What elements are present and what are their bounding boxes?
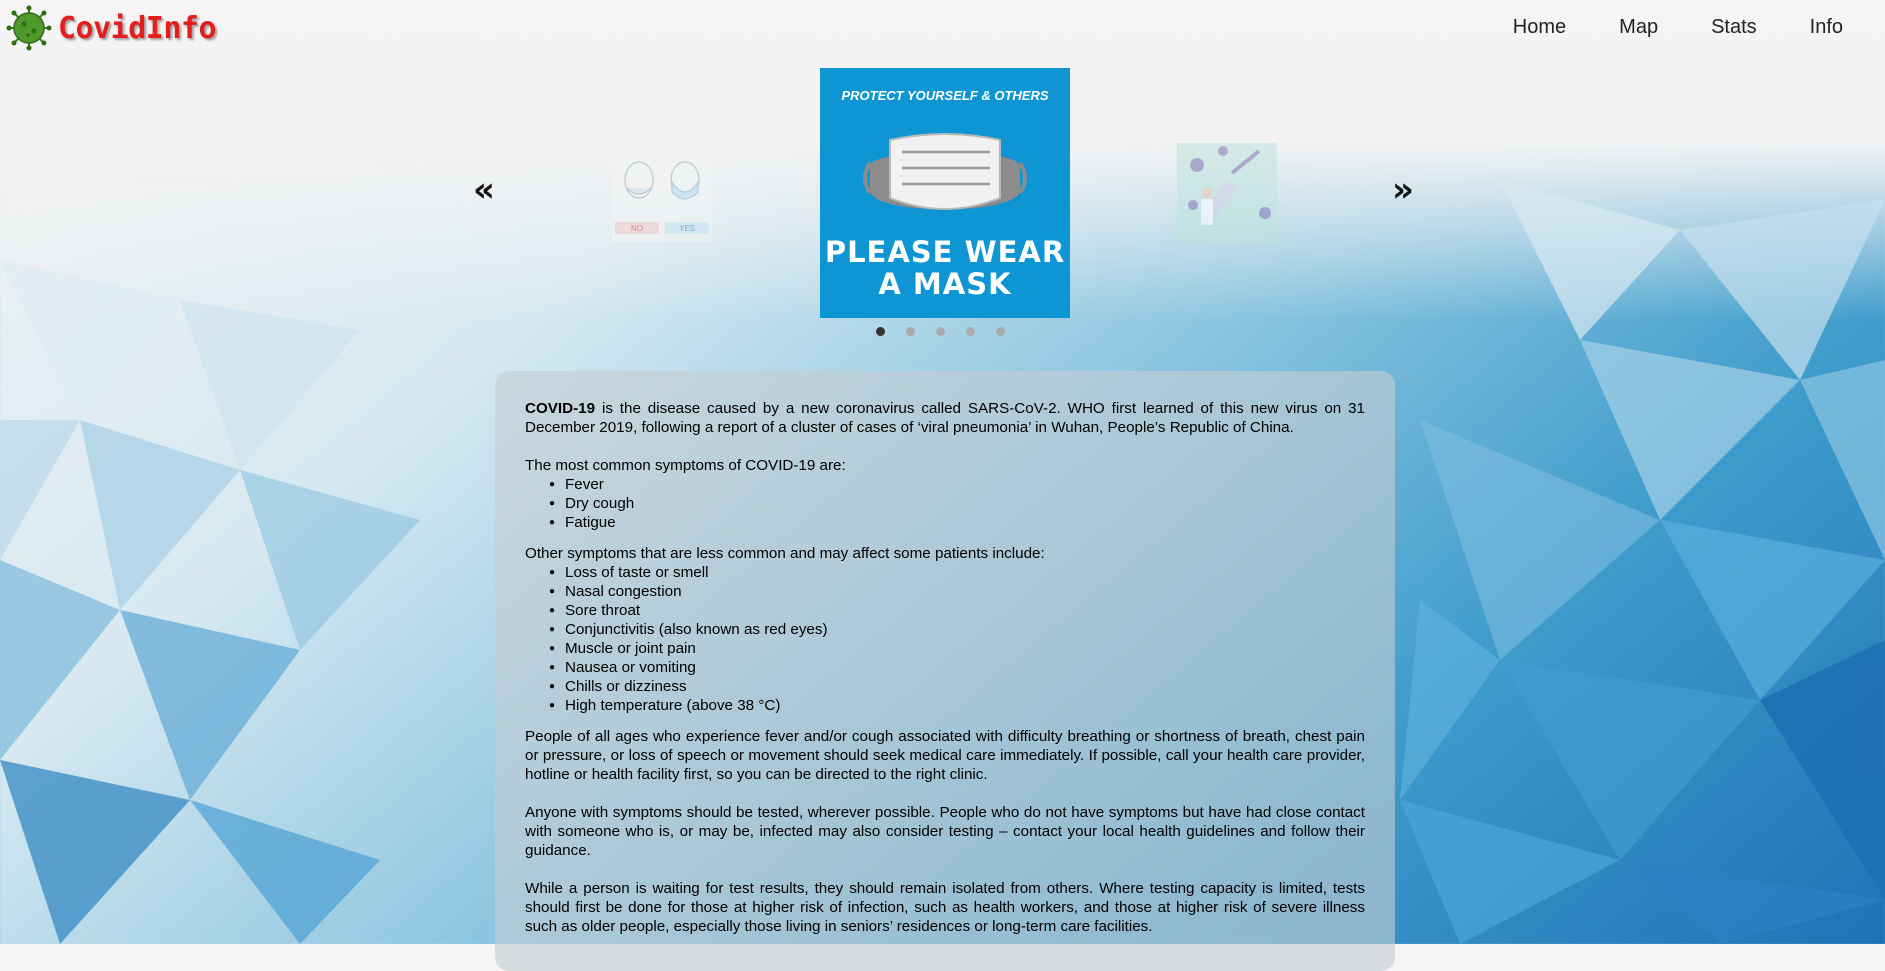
carousel-indicators: [876, 327, 1026, 336]
carousel-dot-2[interactable]: [906, 327, 915, 336]
logo[interactable]: CovidInfo: [6, 5, 217, 51]
list-item: Fatigue: [549, 513, 1365, 532]
intro-term: COVID-19: [525, 400, 596, 417]
nav-info-link[interactable]: Info: [1810, 16, 1843, 39]
slide-headline-line2: A MASK: [878, 267, 1012, 301]
slide-top-text: PROTECT YOURSELF & OTHERS: [841, 88, 1048, 103]
common-symptoms-heading: The most common symptoms of COVID-19 are…: [525, 457, 846, 474]
list-item: Conjunctivitis (also known as red eyes): [549, 620, 1365, 639]
medical-care-paragraph: People of all ages who experience fever …: [525, 728, 1365, 783]
slide-yes-label: YES: [679, 224, 695, 233]
list-item: Muscle or joint pain: [549, 639, 1365, 658]
nav-map-link[interactable]: Map: [1619, 16, 1658, 39]
list-item: High temperature (above 38 °C): [549, 696, 1365, 715]
navbar: CovidInfo Home Map Stats Info: [0, 0, 1885, 58]
carousel-slide-mask-comparison[interactable]: NO YES: [612, 142, 712, 242]
intro-text: is the disease caused by a new coronavir…: [525, 400, 1365, 436]
common-symptoms-list: Fever Dry cough Fatigue: [525, 475, 1365, 532]
slide-no-label: NO: [631, 224, 643, 233]
list-item: Fever: [549, 475, 1365, 494]
face-mask-icon: [863, 133, 1027, 210]
logo-text: CovidInfo: [58, 10, 217, 46]
covid-info-panel: COVID-19 is the disease caused by a new …: [495, 371, 1395, 971]
list-item: Sore throat: [549, 601, 1365, 620]
list-item: Loss of taste or smell: [549, 563, 1365, 582]
virus-icon: [6, 5, 52, 51]
waiting-paragraph: While a person is waiting for test resul…: [525, 880, 1365, 935]
carousel-dot-3[interactable]: [936, 327, 945, 336]
carousel-slide-vaccine[interactable]: [1177, 143, 1277, 243]
list-item: Nasal congestion: [549, 582, 1365, 601]
other-symptoms-heading: Other symptoms that are less common and …: [525, 545, 1045, 562]
list-item: Nausea or vomiting: [549, 658, 1365, 677]
list-item: Dry cough: [549, 494, 1365, 513]
carousel-dot-4[interactable]: [966, 327, 975, 336]
testing-paragraph: Anyone with symptoms should be tested, w…: [525, 804, 1365, 859]
carousel-dot-1[interactable]: [876, 327, 885, 336]
carousel-dot-5[interactable]: [996, 327, 1005, 336]
carousel-prev-button[interactable]: «: [473, 170, 495, 210]
list-item: Chills or dizziness: [549, 677, 1365, 696]
other-symptoms-list: Loss of taste or smell Nasal congestion …: [525, 563, 1365, 715]
nav-home-link[interactable]: Home: [1513, 16, 1566, 39]
carousel-next-button[interactable]: »: [1392, 170, 1414, 210]
carousel-slide-wear-mask[interactable]: PROTECT YOURSELF & OTHERS PLEASE WEAR A …: [820, 68, 1070, 318]
intro-paragraph: COVID-19 is the disease caused by a new …: [525, 399, 1365, 437]
main-nav: Home Map Stats Info: [1460, 16, 1843, 39]
nav-stats-link[interactable]: Stats: [1711, 16, 1757, 39]
slide-headline-line1: PLEASE WEAR: [825, 235, 1065, 269]
